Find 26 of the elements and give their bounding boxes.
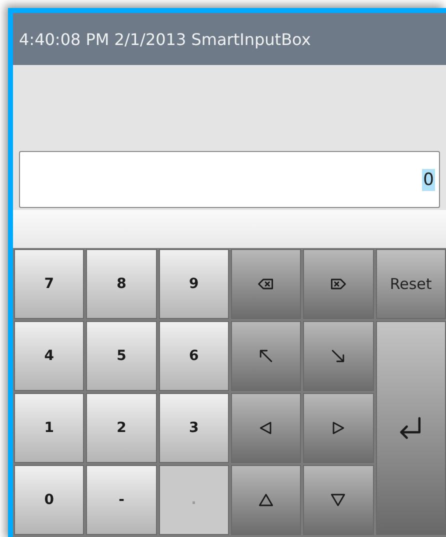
keypad-key[interactable]: 1 (14, 393, 84, 463)
keypad-key[interactable]: 9 (158, 249, 229, 319)
keypad-key[interactable]: 0 (14, 465, 84, 535)
keypad-key[interactable]: - (86, 465, 157, 535)
number-input-field[interactable]: 0 (19, 151, 440, 208)
up-key[interactable] (231, 465, 302, 535)
enter-key[interactable] (376, 321, 446, 535)
window-title: 4:40:08 PM 2/1/2013 SmartInputBox (19, 30, 311, 48)
keypad-key[interactable]: Reset (376, 249, 446, 319)
keypad-key[interactable]: 7 (14, 249, 84, 319)
keypad-key[interactable]: 8 (86, 249, 157, 319)
home-key[interactable] (231, 321, 302, 391)
keypad-key[interactable]: 2 (86, 393, 157, 463)
down-key[interactable] (303, 465, 374, 535)
delete-key[interactable] (303, 249, 374, 319)
keypad-key[interactable]: 3 (158, 393, 229, 463)
end-key[interactable] (303, 321, 374, 391)
triangle-down-icon (329, 491, 348, 509)
keypad-key[interactable]: 5 (86, 321, 157, 391)
left-key[interactable] (231, 393, 302, 463)
keypad-key[interactable]: 4 (14, 321, 84, 391)
triangle-up-icon (257, 491, 276, 509)
keypad-key[interactable]: 6 (158, 321, 229, 391)
backspace-key[interactable] (231, 249, 302, 319)
input-value: 0 (422, 168, 435, 190)
right-key[interactable] (303, 393, 374, 463)
